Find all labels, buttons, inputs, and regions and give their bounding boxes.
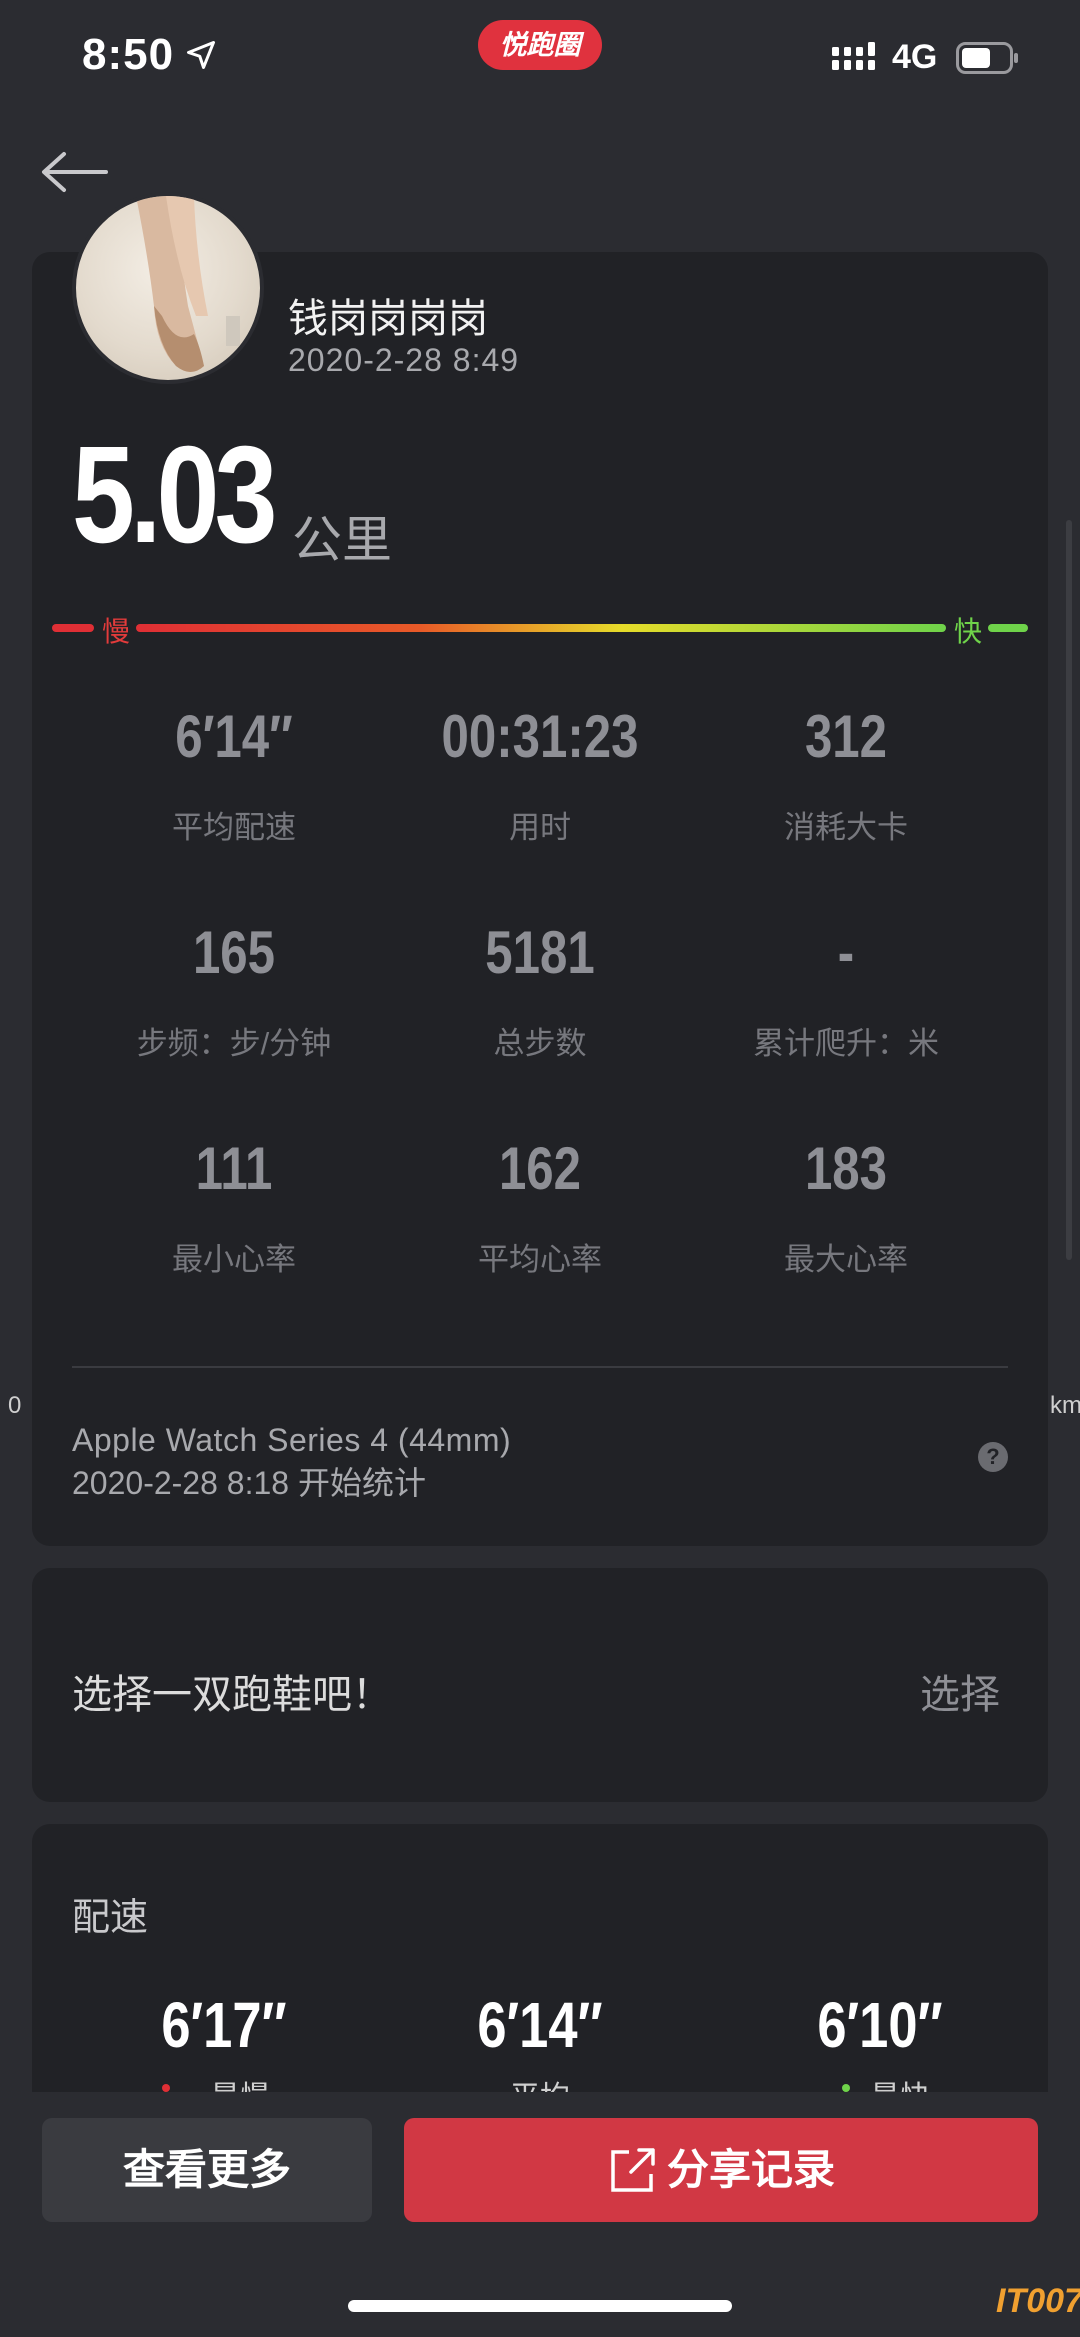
stat-min-hr-value: 111 <box>195 1135 273 1202</box>
watermark-logo: IT007 <box>996 2282 1080 2320</box>
stat-avg-hr-value: 162 <box>498 1135 582 1202</box>
stat-cadence-value: 165 <box>192 919 276 986</box>
edge-label-right: km <box>1050 1392 1080 1419</box>
help-icon[interactable]: ? <box>978 1442 1008 1472</box>
fast-label: 快 <box>954 616 983 647</box>
stat-steps-value: 5181 <box>485 919 595 986</box>
avatar[interactable] <box>72 192 264 384</box>
stat-duration-label: 用时 <box>509 810 571 845</box>
stat-cadence-label: 步频：步/分钟 <box>136 1026 332 1061</box>
select-shoe-button[interactable]: 选择 <box>920 1662 1000 1720</box>
share-icon <box>611 2148 655 2192</box>
stat-avg-pace-label: 平均配速 <box>172 810 296 845</box>
distance-unit: 公里 <box>292 512 392 568</box>
shoe-prompt: 选择一双跑鞋吧！ <box>72 1673 392 1717</box>
stat-avg-pace-value: 6′14′′ <box>175 703 293 770</box>
stat-elevation-value: - <box>837 919 855 986</box>
stat-max-hr-label: 最大心率 <box>784 1242 908 1277</box>
battery-icon <box>956 42 1018 74</box>
stat-duration-value: 00:31:23 <box>441 703 639 770</box>
pace-fastest-value: 6′10″ <box>817 1989 943 2061</box>
pace-title: 配速 <box>72 1897 149 1939</box>
avatar-image <box>136 196 240 372</box>
pace-avg-value: 6′14″ <box>477 1989 603 2061</box>
speed-gradient-bar <box>52 624 1028 632</box>
network-type: 4G <box>892 38 938 76</box>
stat-avg-hr-label: 平均心率 <box>478 1242 602 1277</box>
home-indicator[interactable] <box>348 2300 732 2312</box>
divider <box>72 1366 1008 1368</box>
back-arrow-icon[interactable] <box>40 150 108 194</box>
scrollbar[interactable] <box>1066 520 1072 1260</box>
stat-max-hr-value: 183 <box>804 1135 888 1202</box>
username: 钱岗岗岗岗 <box>288 297 488 341</box>
stat-elevation-label: 累计爬升：米 <box>753 1026 939 1061</box>
stat-calories-label: 消耗大卡 <box>784 810 908 845</box>
run-date: 2020-2-28 8:49 <box>288 342 520 378</box>
stat-steps-label: 总步数 <box>493 1026 587 1061</box>
device-name: Apple Watch Series 4 (44mm) <box>72 1422 512 1458</box>
status-time: 8:50 <box>82 30 175 79</box>
distance-value: 5.03 <box>72 418 277 572</box>
stat-calories-value: 312 <box>804 703 888 770</box>
share-record-button[interactable]: 分享记录 <box>404 2118 1038 2222</box>
signal-icon <box>832 42 875 70</box>
pace-slowest-value: 6′17″ <box>161 1989 287 2061</box>
edge-label-left: 0 <box>8 1392 22 1419</box>
stat-min-hr-label: 最小心率 <box>172 1242 296 1277</box>
app-badge: 悦跑圈 <box>478 20 602 70</box>
start-time: 2020-2-28 8:18 开始统计 <box>72 1465 426 1501</box>
slow-label: 慢 <box>102 616 131 647</box>
location-arrow-icon <box>187 41 215 69</box>
share-label: 分享记录 <box>666 2146 835 2193</box>
view-more-button[interactable]: 查看更多 <box>42 2118 372 2222</box>
